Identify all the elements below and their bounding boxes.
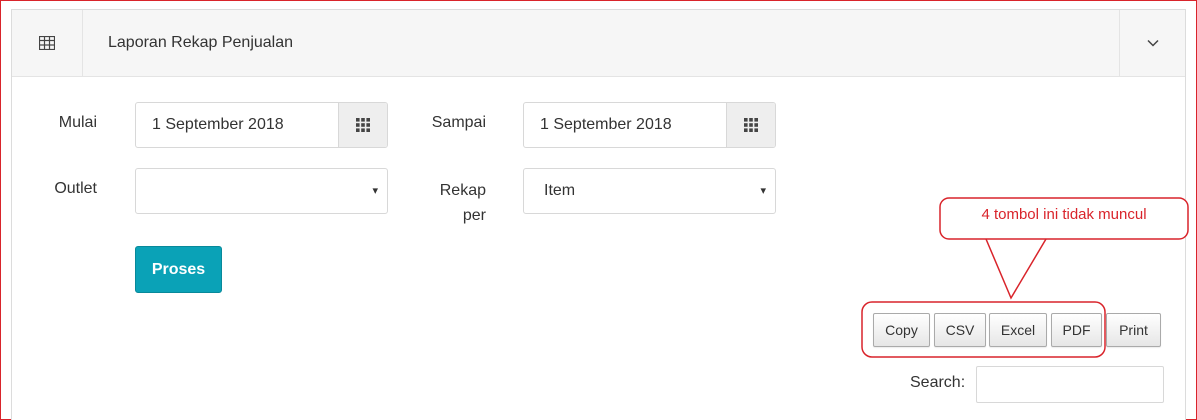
annotation-highlight bbox=[861, 301, 1106, 358]
annotation-text: 4 tombol ini tidak muncul bbox=[981, 206, 1147, 223]
annotation-pointer bbox=[985, 238, 1047, 300]
